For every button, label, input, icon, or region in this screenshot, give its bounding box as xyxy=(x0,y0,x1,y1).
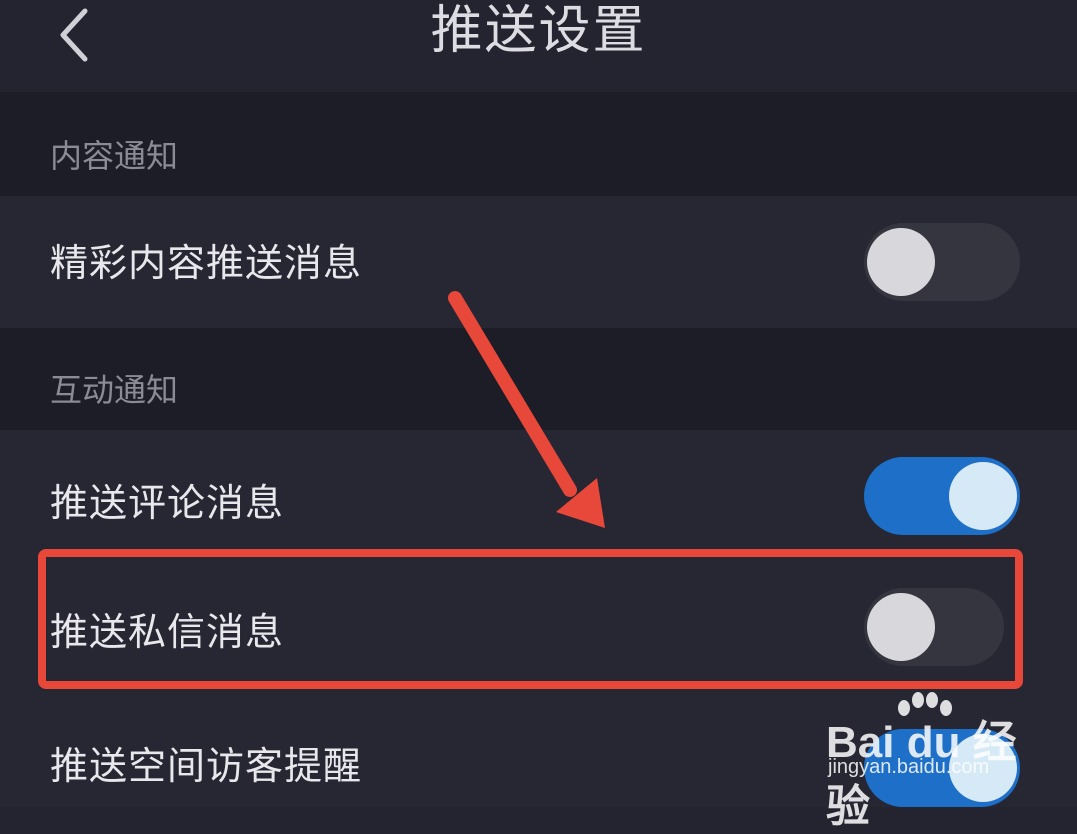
toggle-knob xyxy=(867,593,935,661)
setting-row-private-message[interactable]: 推送私信消息 xyxy=(0,561,1077,691)
setting-row-comment[interactable]: 推送评论消息 xyxy=(0,430,1077,561)
setting-row-featured-content[interactable]: 精彩内容推送消息 xyxy=(0,196,1077,328)
page-title: 推送设置 xyxy=(430,1,647,61)
toggle-visitor-reminder[interactable] xyxy=(864,729,1020,807)
toggle-comment[interactable] xyxy=(864,457,1020,535)
toggle-knob xyxy=(867,228,935,296)
section-header-interaction: 互动通知 xyxy=(0,328,1077,430)
setting-label: 推送评论消息 xyxy=(50,481,285,525)
section-header-content: 内容通知 xyxy=(0,92,1077,196)
setting-label: 精彩内容推送消息 xyxy=(50,241,363,285)
setting-label: 推送私信消息 xyxy=(50,610,285,654)
toggle-knob xyxy=(949,462,1017,530)
setting-row-visitor-reminder[interactable]: 推送空间访客提醒 xyxy=(0,691,1077,807)
toggle-private-message[interactable] xyxy=(864,588,1004,666)
toggle-knob xyxy=(949,734,1017,802)
header-bar: 推送设置 xyxy=(0,0,1077,92)
toggle-featured-content[interactable] xyxy=(864,223,1020,301)
setting-label: 推送空间访客提醒 xyxy=(50,744,363,788)
